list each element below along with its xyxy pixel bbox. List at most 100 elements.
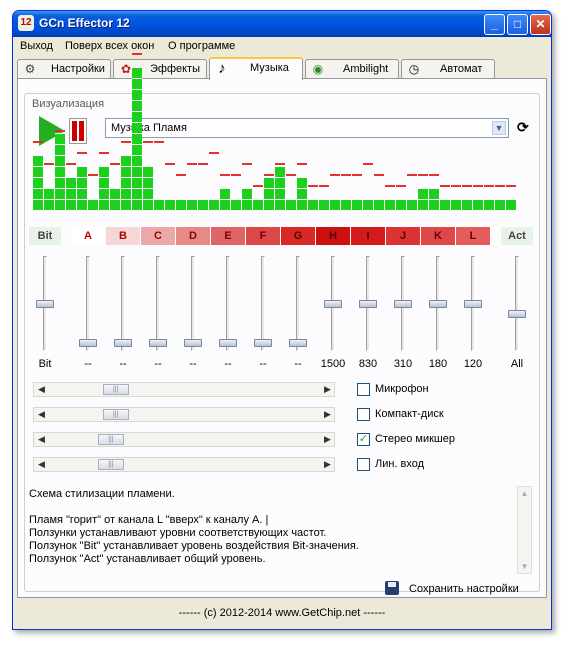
spectrum-block (286, 199, 296, 210)
spectrum-peak (209, 152, 219, 154)
scroll-thumb[interactable]: ||| (97, 459, 124, 470)
input-level-scrollbar[interactable]: ◀ ||| ▶ (33, 407, 335, 422)
spectrum-block (143, 166, 153, 177)
input-level-scrollbar[interactable]: ◀ ||| ▶ (33, 457, 335, 472)
spectrum-block (297, 188, 307, 199)
tab-settings[interactable]: ⚙ Настройки (17, 59, 111, 79)
slider-thumb[interactable] (429, 299, 447, 308)
description-scrollbar[interactable]: ▲ ▼ (517, 486, 532, 574)
spectrum-block (55, 144, 65, 155)
spectrum-block (110, 188, 120, 199)
floppy-disk-icon[interactable] (385, 581, 399, 595)
tab-ambilight[interactable]: ◉ Ambilight (305, 59, 399, 79)
scroll-right-icon[interactable]: ▶ (320, 458, 335, 471)
spectrum-block (132, 144, 142, 155)
menu-always-on-top[interactable]: Поверх всех окон (65, 40, 154, 52)
slider-thumb[interactable] (219, 338, 237, 347)
spectrum-block (44, 188, 54, 199)
spectrum-peak (297, 163, 307, 165)
slider-track[interactable] (156, 256, 160, 351)
tab-effects[interactable]: ✿ Эффекты (113, 59, 207, 79)
spectrum-peak (473, 185, 483, 187)
scroll-thumb[interactable]: ||| (97, 434, 124, 445)
slider-track[interactable] (86, 256, 90, 351)
input-checkbox[interactable] (357, 383, 370, 396)
preset-select[interactable]: Музыка Пламя ▼ (105, 118, 509, 138)
slider-thumb[interactable] (508, 309, 526, 318)
spectrum-block (132, 155, 142, 166)
slider-track[interactable] (296, 256, 300, 351)
visualization-group-label: Визуализация (30, 98, 107, 110)
spectrum-peak (363, 163, 373, 165)
pause-button[interactable] (69, 118, 87, 144)
spectrum-block (99, 188, 109, 199)
maximize-button[interactable]: □ (507, 14, 528, 35)
scroll-down-icon[interactable]: ▼ (518, 560, 531, 573)
slider-value-label: 1500 (320, 358, 346, 370)
tab-music-label: Музыка (250, 62, 289, 74)
spectrum-peak (99, 152, 109, 154)
slider-thumb[interactable] (36, 299, 54, 308)
input-checkbox-label[interactable]: Лин. вход (375, 458, 424, 470)
channel-label-d: D (176, 227, 210, 245)
minimize-button[interactable]: _ (484, 14, 505, 35)
scroll-left-icon[interactable]: ◀ (34, 383, 49, 396)
spectrum-block (275, 166, 285, 177)
scroll-right-icon[interactable]: ▶ (320, 408, 335, 421)
close-button[interactable]: ✕ (530, 14, 551, 35)
slider-thumb[interactable] (149, 338, 167, 347)
title-bar[interactable]: 12 GCn Effector 12 _ □ ✕ (13, 11, 551, 37)
slider-value-label: 830 (358, 358, 378, 370)
menu-exit[interactable]: Выход (20, 40, 53, 52)
slider-thumb[interactable] (324, 299, 342, 308)
tab-music[interactable]: ♪ Музыка (209, 57, 303, 80)
input-checkbox[interactable] (357, 408, 370, 421)
slider-track[interactable] (261, 256, 265, 351)
slider-track[interactable] (515, 256, 519, 351)
input-checkbox-label[interactable]: Компакт-диск (375, 408, 444, 420)
spectrum-block (242, 199, 252, 210)
slider-track[interactable] (191, 256, 195, 351)
scroll-right-icon[interactable]: ▶ (320, 433, 335, 446)
slider-thumb[interactable] (289, 338, 307, 347)
spectrum-peak (176, 174, 186, 176)
slider-thumb[interactable] (114, 338, 132, 347)
input-level-scrollbar[interactable]: ◀ ||| ▶ (33, 432, 335, 447)
slider-track[interactable] (121, 256, 125, 351)
slider-thumb[interactable] (464, 299, 482, 308)
input-checkbox-label[interactable]: Микрофон (375, 383, 429, 395)
scroll-right-icon[interactable]: ▶ (320, 383, 335, 396)
chevron-down-icon[interactable]: ▼ (492, 121, 506, 135)
input-level-scrollbar[interactable]: ◀ ||| ▶ (33, 382, 335, 397)
tab-automat[interactable]: ◷ Автомат (401, 59, 495, 79)
spectrum-peak (187, 163, 197, 165)
slider-thumb[interactable] (254, 338, 272, 347)
scroll-thumb[interactable]: ||| (102, 409, 129, 420)
input-checkbox[interactable]: ✓ (357, 433, 370, 446)
slider-track[interactable] (226, 256, 230, 351)
scroll-left-icon[interactable]: ◀ (34, 408, 49, 421)
scroll-left-icon[interactable]: ◀ (34, 458, 49, 471)
description-box[interactable]: Схема стилизации пламени. Пламя "горит" … (29, 486, 523, 574)
scroll-thumb[interactable]: ||| (102, 384, 129, 395)
channel-label-c: C (141, 227, 175, 245)
slider-thumb[interactable] (79, 338, 97, 347)
spectrum-block (418, 188, 428, 199)
slider-thumb[interactable] (394, 299, 412, 308)
refresh-icon[interactable]: ⟳ (517, 119, 529, 136)
input-checkbox-label[interactable]: Стерео микшер (375, 433, 455, 445)
channel-label-act: Act (501, 227, 533, 245)
spectrum-peak (55, 130, 65, 132)
save-settings-button[interactable]: Сохранить настройки (409, 583, 519, 595)
scroll-up-icon[interactable]: ▲ (518, 487, 531, 500)
scroll-left-icon[interactable]: ◀ (34, 433, 49, 446)
spectrum-peak (440, 185, 450, 187)
spectrum-block (418, 199, 428, 210)
input-checkbox[interactable] (357, 458, 370, 471)
slider-thumb[interactable] (184, 338, 202, 347)
slider-thumb[interactable] (359, 299, 377, 308)
spectrum-peak (253, 185, 263, 187)
menu-about[interactable]: О программе (168, 40, 235, 52)
pause-bar-right (79, 121, 84, 141)
spectrum-block (121, 188, 131, 199)
